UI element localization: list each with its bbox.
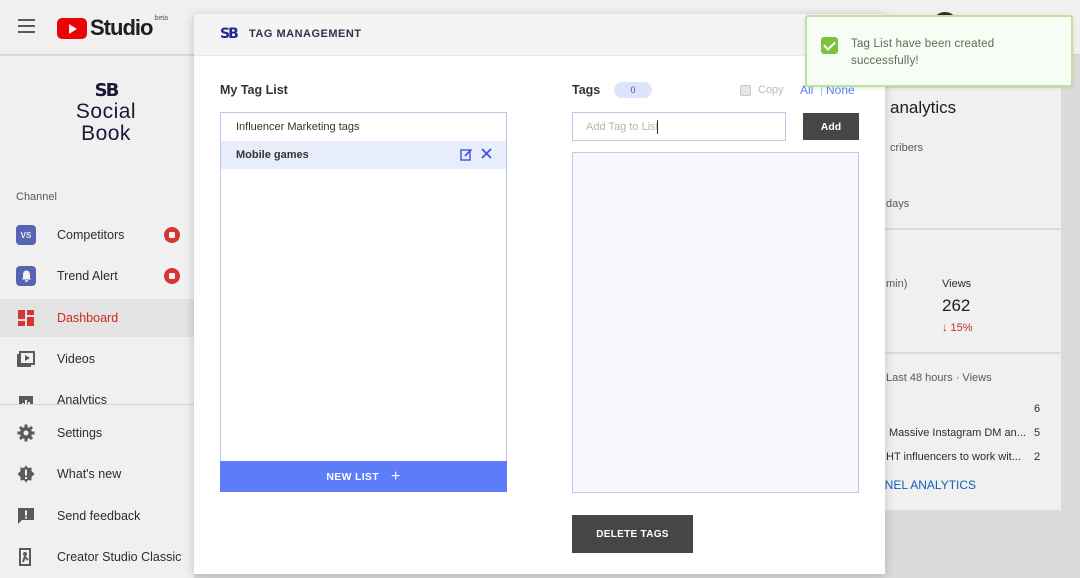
list-item[interactable]: Mobile games [221, 141, 506, 169]
text-cursor-icon [657, 120, 663, 134]
copy-icon [740, 84, 751, 96]
add-tag-button[interactable]: Add [803, 113, 859, 140]
my-tag-list-heading: My Tag List [220, 83, 288, 97]
tag-management-modal: SB TAG MANAGEMENT My Tag List Influencer… [194, 14, 885, 574]
list-item[interactable]: Influencer Marketing tags [221, 113, 506, 141]
new-list-label: NEW LIST [326, 470, 379, 483]
toast-message: Tag List have been created successfully! [851, 38, 995, 67]
success-toast: Tag List have been created successfully! [805, 15, 1073, 87]
list-item-label: Mobile games [236, 149, 309, 161]
list-item-label: Influencer Marketing tags [236, 121, 360, 133]
modal-header: SB TAG MANAGEMENT [194, 14, 885, 56]
edit-icon[interactable] [460, 148, 473, 161]
new-list-button[interactable]: NEW LIST + [220, 461, 507, 492]
copy-label: Copy [758, 84, 784, 96]
tag-list-box: Influencer Marketing tags Mobile games [220, 112, 507, 492]
delete-tags-button[interactable]: DELETE TAGS [572, 515, 693, 553]
tags-count-badge: 0 [614, 82, 652, 98]
socialbook-logo-icon: SB [220, 26, 239, 42]
copy-button[interactable]: Copy [740, 84, 784, 96]
plus-icon: + [390, 467, 401, 485]
check-icon [821, 37, 838, 54]
modal-title: TAG MANAGEMENT [249, 28, 362, 40]
tags-area[interactable] [572, 152, 859, 493]
tags-heading: Tags [572, 83, 601, 97]
add-tag-input[interactable] [572, 112, 786, 141]
close-icon[interactable] [480, 147, 494, 161]
